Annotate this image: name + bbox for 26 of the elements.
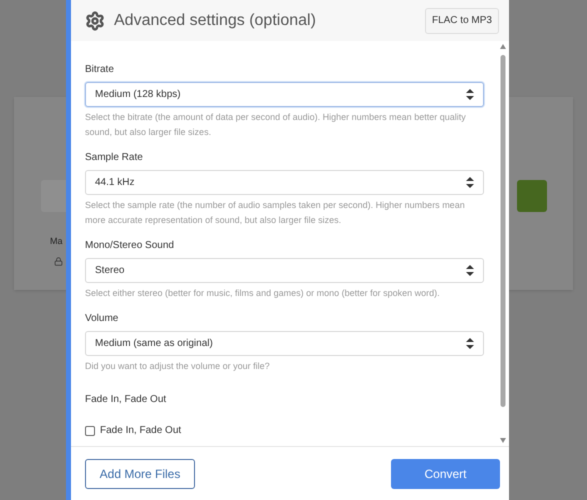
select-field[interactable]: Stereo — [85, 258, 484, 283]
select-field[interactable]: Medium (same as original) — [85, 331, 484, 356]
settings-icon — [85, 10, 105, 30]
add-files-button[interactable]: Add More Files — [85, 458, 195, 488]
help-text: Select the sample rate (the number of audio samples taken per second). Higher numbers mean more accurate representation of sound, but also larger file sizes. — [85, 199, 466, 227]
field-label: Mono/Stereo Sound — [85, 239, 175, 253]
convert-button[interactable]: Convert — [391, 458, 500, 488]
dialog-title: Advanced settings (optional) — [114, 10, 316, 30]
sort-arrows-icon — [466, 89, 474, 100]
select-field[interactable]: Medium (128 kbps) — [85, 82, 484, 107]
format-button[interactable]: FLAC to MP3 — [424, 8, 499, 34]
checkbox-option[interactable]: Fade In, Fade Out — [85, 423, 498, 438]
sort-arrows-icon — [466, 177, 474, 188]
help-text: Select either stereo (better for music, films and games) or mono (better for spoken word). — [85, 287, 441, 300]
select-field[interactable]: 44.1 kHz — [85, 170, 484, 195]
sort-arrows-icon — [466, 338, 474, 349]
field-label: Sample Rate — [85, 151, 144, 165]
help-text: Select the bitrate (the amount of data per second of audio). Higher numbers mean better quality sound, but also larger file sizes. — [85, 111, 467, 139]
field-label: Fade In, Fade Out — [85, 393, 168, 407]
sort-arrows-icon — [466, 265, 474, 276]
field-label: Volume — [85, 312, 120, 326]
checkbox[interactable] — [85, 426, 95, 436]
lock-icon — [54, 256, 63, 266]
field-label: Bitrate — [85, 63, 115, 77]
help-text: Did you want to adjust the volume or your file? — [85, 360, 271, 373]
background-text: Ma — [50, 235, 64, 248]
